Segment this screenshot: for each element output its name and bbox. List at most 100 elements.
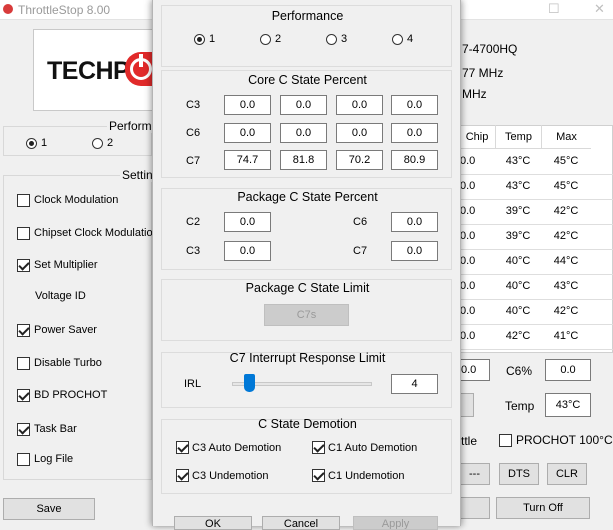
cancel-button[interactable]: Cancel	[262, 516, 340, 530]
c6-left-value: 0.0	[459, 359, 490, 381]
close-icon[interactable]: ✕	[594, 1, 605, 17]
core-c3-label: C3	[186, 99, 201, 111]
hidden-button-edge[interactable]	[459, 393, 474, 417]
performance-radio-1[interactable]: 1	[194, 33, 215, 45]
package-c3-label: C3	[186, 245, 201, 257]
option-label: Disable Turbo	[34, 357, 102, 369]
core-c6-value-3: 0.0	[336, 123, 383, 143]
radio-1-label: 1	[41, 137, 48, 149]
checkbox-checked-icon	[176, 441, 189, 454]
ok-button[interactable]: OK	[174, 516, 252, 530]
clock-modulation-checkbox[interactable]: Clock Modulation	[17, 192, 118, 208]
demotion-label: C3 Undemotion	[192, 469, 269, 482]
table-cell: 43°C	[505, 180, 531, 192]
table-cell: 0.0	[460, 330, 476, 342]
chipset-clock-modulation-checkbox[interactable]: Chipset Clock Modulation	[17, 225, 159, 241]
option-label: Power Saver	[34, 324, 97, 336]
option-label: Log File	[34, 453, 74, 465]
option-label: Chipset Clock Modulation	[34, 227, 159, 239]
task-bar-checkbox[interactable]: Task Bar	[17, 421, 77, 437]
performance-group-title: Perform	[107, 119, 154, 133]
checkbox-checked-icon	[17, 422, 30, 436]
table-cell: 41°C	[553, 330, 579, 342]
table-cell: 40°C	[505, 255, 531, 267]
irl-label: IRL	[184, 378, 202, 390]
main-radio-1[interactable]: 1	[26, 137, 47, 149]
main-window-title: ThrottleStop 8.00	[18, 3, 111, 17]
log-file-checkbox[interactable]: Log File	[17, 451, 73, 467]
c1-undemotion-checkbox[interactable]: C1 Undemotion	[312, 469, 404, 482]
core-c3-value-4: 0.0	[391, 95, 438, 115]
package-limit-select[interactable]: C7s	[264, 304, 349, 326]
table-cell: 45°C	[553, 155, 579, 167]
performance-radio-4[interactable]: 4	[392, 33, 413, 45]
core-c6-value-4: 0.0	[391, 123, 438, 143]
maximize-icon[interactable]: ☐	[548, 1, 560, 17]
hidden-button-edge-2[interactable]	[459, 497, 490, 519]
option-label: Task Bar	[34, 423, 77, 435]
table-cell: 42°C	[553, 305, 579, 317]
package-c-state-title: Package C State Percent	[237, 190, 378, 204]
irl-value[interactable]: 4	[391, 374, 438, 394]
package-c3-value: 0.0	[224, 241, 271, 261]
core-c3-value-2: 0.0	[280, 95, 327, 115]
c3-undemotion-checkbox[interactable]: C3 Undemotion	[176, 469, 268, 482]
c3-auto-demotion-checkbox[interactable]: C3 Auto Demotion	[176, 441, 281, 454]
core-c3-value-3: 0.0	[336, 95, 383, 115]
demotion-label: C1 Auto Demotion	[328, 441, 418, 454]
table-cell: 43°C	[505, 155, 531, 167]
prochot-checkbox[interactable]: PROCHOT 100°C	[499, 433, 613, 447]
irl-slider-thumb[interactable]	[243, 374, 255, 392]
table-cell: 45°C	[553, 180, 579, 192]
package-c2-label: C2	[186, 216, 201, 228]
table-cell: 42°C	[505, 330, 531, 342]
checkbox-checked-icon	[176, 469, 189, 482]
apply-button[interactable]: Apply	[353, 516, 438, 530]
save-button[interactable]: Save	[3, 498, 95, 520]
table-header-max: Max	[541, 125, 591, 149]
radio-selected-icon	[194, 33, 205, 45]
radio-label: 3	[341, 33, 348, 45]
cpu-frequency-2: MHz	[462, 87, 487, 101]
core-c6-value-1: 0.0	[224, 123, 271, 143]
table-cell: 0.0	[460, 305, 476, 317]
dts-button[interactable]: DTS	[499, 463, 539, 485]
table-cell: 0.0	[460, 255, 476, 267]
power-bar-icon	[139, 54, 143, 67]
voltage-id-label: Voltage ID	[35, 290, 86, 302]
throttlestop-app-icon	[3, 4, 13, 14]
radio-icon	[92, 137, 103, 149]
table-cell: 0.0	[460, 155, 476, 167]
table-row-divider	[459, 349, 613, 350]
core-c6-label: C6	[186, 127, 201, 139]
checkbox-checked-icon	[17, 388, 30, 402]
checkbox-checked-icon	[17, 323, 30, 337]
table-cell: 42°C	[553, 205, 579, 217]
bd-prochot-checkbox[interactable]: BD PROCHOT	[17, 387, 107, 403]
package-c2-value: 0.0	[224, 212, 271, 232]
performance-radio-3[interactable]: 3	[326, 33, 347, 45]
option-label: BD PROCHOT	[34, 389, 108, 401]
set-multiplier-checkbox[interactable]: Set Multiplier	[17, 257, 98, 273]
core-c-state-title: Core C State Percent	[248, 73, 367, 87]
package-c6-value: 0.0	[391, 212, 438, 232]
package-c-state-section: Package C State Percent C2 0.0 C6 0.0 C3…	[161, 188, 452, 270]
prochot-label: PROCHOT 100°C	[516, 433, 613, 447]
dialog-performance-section: Performance 1 2 3 4	[161, 5, 452, 67]
c7-interrupt-title: C7 Interrupt Response Limit	[229, 351, 386, 365]
clr-button[interactable]: CLR	[547, 463, 587, 485]
checkbox-icon	[17, 226, 30, 240]
core-c7-value-3: 70.2	[336, 150, 383, 170]
disable-turbo-checkbox[interactable]: Disable Turbo	[17, 355, 102, 371]
dash-button[interactable]: ---	[459, 463, 490, 485]
c1-auto-demotion-checkbox[interactable]: C1 Auto Demotion	[312, 441, 417, 454]
power-saver-checkbox[interactable]: Power Saver	[17, 322, 97, 338]
cpu-name: 7-4700HQ	[462, 42, 518, 56]
demotion-label: C3 Auto Demotion	[192, 441, 282, 454]
performance-radio-2[interactable]: 2	[260, 33, 281, 45]
main-radio-2[interactable]: 2	[92, 137, 113, 149]
checkbox-checked-icon	[312, 469, 325, 482]
package-limit-section: Package C State Limit C7s	[161, 279, 452, 341]
table-cell: 39°C	[505, 205, 531, 217]
turn-off-button[interactable]: Turn Off	[496, 497, 590, 519]
